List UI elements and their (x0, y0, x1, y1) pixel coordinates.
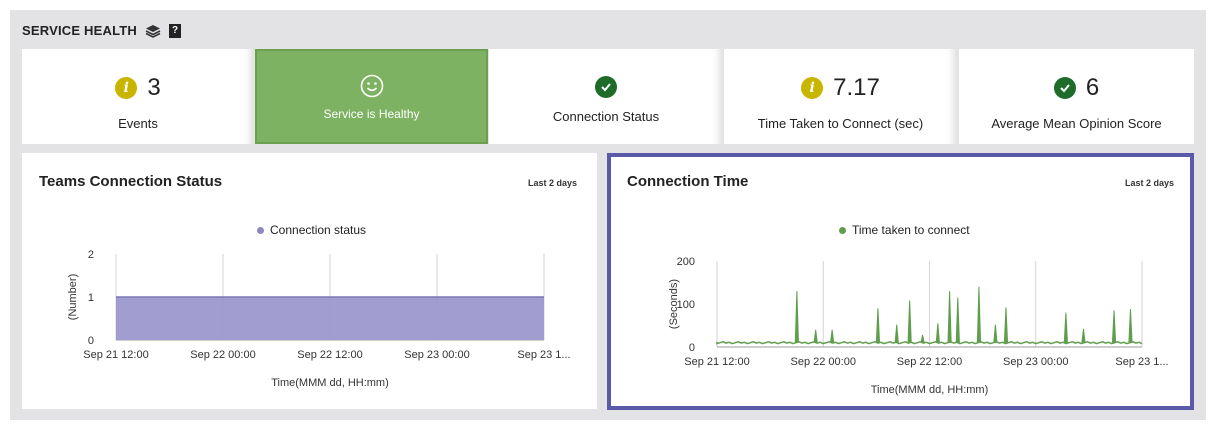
connection-time-spike (947, 291, 952, 343)
y-tick-label: 0 (689, 342, 695, 354)
mos-tile[interactable]: 6 Average Mean Opinion Score (959, 49, 1194, 144)
check-icon (595, 76, 617, 98)
mos-label: Average Mean Opinion Score (991, 116, 1162, 131)
connection-status-tile[interactable]: Connection Status (489, 49, 723, 144)
connection-time-spike (1111, 310, 1117, 343)
time-to-connect-value: 7.17 (833, 74, 880, 101)
x-tick-label: Sep 21 12:00 (684, 356, 749, 368)
x-tick-label: Sep 23 1... (1115, 356, 1168, 368)
connection-time-spike (1081, 328, 1086, 343)
connection-status-label: Connection Status (552, 109, 660, 124)
connection-time-card[interactable]: Connection Time Last 2 days Time taken t… (607, 153, 1194, 410)
service-healthy-tile[interactable]: Service is Healthy (255, 49, 488, 144)
events-tile[interactable]: i 3 Events (22, 49, 254, 144)
time-to-connect-label: Time Taken to Connect (sec) (757, 116, 924, 131)
connection-time-chart: 0100200Sep 21 12:00 Sep 22 00:00 Sep 22 12… (668, 256, 1169, 396)
x-tick-label: Sep 22 12:00 (897, 356, 962, 368)
x-axis-label: Time(MMM dd, HH:mm) (271, 377, 389, 389)
y-tick-label: 0 (88, 335, 94, 347)
service-healthy-label: Service is Healthy (323, 107, 420, 121)
connection-time-spike (894, 324, 899, 343)
time-to-connect-tile[interactable]: i 7.17 Time Taken to Connect (sec) (724, 49, 957, 144)
x-tick-label: Sep 22 00:00 (190, 349, 255, 361)
x-tick-label: Sep 22 12:00 (297, 349, 362, 361)
y-tick-label: 1 (88, 292, 94, 304)
info-icon: i (115, 77, 138, 99)
panel-header: SERVICE HEALTH ? (22, 23, 182, 38)
teams-connection-status-card[interactable]: Teams Connection Status Last 2 days Conn… (22, 153, 597, 409)
x-tick-label: Sep 22 00:00 (791, 356, 856, 368)
connection-time-spike (1003, 307, 1009, 343)
x-axis-label: Time(MMM dd, HH:mm) (871, 384, 989, 396)
panel-title: SERVICE HEALTH (22, 23, 138, 38)
x-tick-label: Sep 21 12:00 (83, 349, 148, 361)
check-icon (1053, 77, 1076, 99)
info-icon: i (801, 77, 824, 99)
service-health-panel: SERVICE HEALTH ? i 3 Events Service is H… (10, 10, 1206, 420)
y-axis-label: (Number) (67, 274, 79, 320)
mos-value: 6 (1085, 74, 1100, 101)
y-tick-label: 2 (88, 249, 94, 261)
connection-time-spike (875, 308, 881, 343)
help-icon[interactable]: ? (169, 23, 182, 38)
connection-status-area (116, 297, 544, 340)
events-label: Events (118, 116, 158, 131)
connection-time-spike (920, 334, 925, 343)
connection-time-spike (794, 291, 799, 343)
connection-time-spike (907, 300, 912, 343)
connection-time-spike (813, 329, 818, 343)
y-tick-label: 200 (677, 256, 695, 268)
x-tick-label: Sep 23 00:00 (1003, 356, 1068, 368)
connection-time-spike (935, 323, 940, 343)
connection-time-spike (830, 329, 835, 343)
events-count: 3 (147, 74, 161, 101)
y-axis-label: (Seconds) (668, 279, 680, 329)
connection-status-chart: 0 1 2 Sep 21 12:00 Sep 22 00:00 Sep 22 12:00 S… (67, 249, 571, 389)
x-tick-label: Sep 23 1... (517, 349, 570, 361)
connection-time-spike (1063, 312, 1068, 343)
connection-time-spike (955, 297, 960, 343)
connection-time-spike (1128, 309, 1133, 343)
smiley-icon (257, 73, 486, 105)
connection-time-spike (976, 286, 982, 343)
layers-icon[interactable] (145, 24, 161, 38)
connection-time-spike (993, 324, 998, 343)
x-tick-label: Sep 23 00:00 (404, 349, 469, 361)
